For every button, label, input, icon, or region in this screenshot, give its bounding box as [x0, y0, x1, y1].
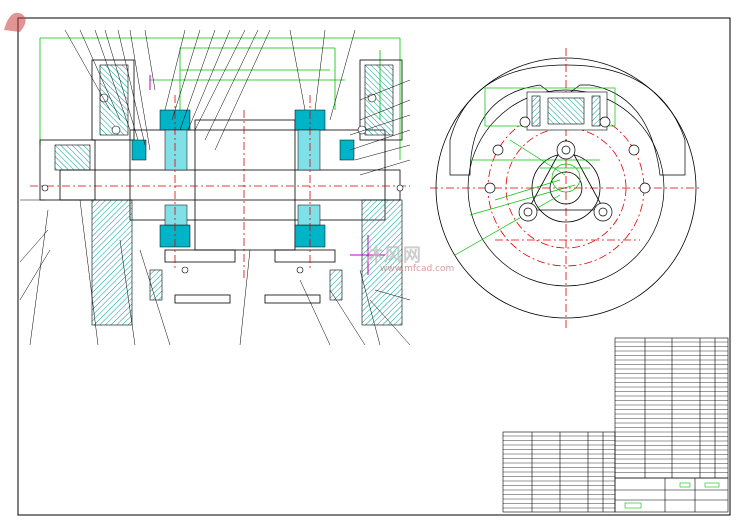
housing-outline: [30, 59, 410, 304]
end-view: [430, 48, 700, 330]
title-block: [614, 477, 729, 513]
drawing-sheet: 沐风网 www.mfcad.com: [0, 0, 742, 523]
hatched-sections: [54, 64, 403, 326]
bearing-sections: [131, 109, 355, 248]
table-rows: [503, 341, 728, 509]
top-housing: [526, 91, 608, 131]
section-view: [19, 29, 411, 346]
leader-lines: [19, 29, 411, 346]
watermark-logo-icon: [4, 12, 26, 32]
watermark-url: www.mfcad.com: [380, 264, 455, 274]
parts-list-upper: [614, 337, 729, 479]
end-view-bolts: [484, 116, 651, 222]
